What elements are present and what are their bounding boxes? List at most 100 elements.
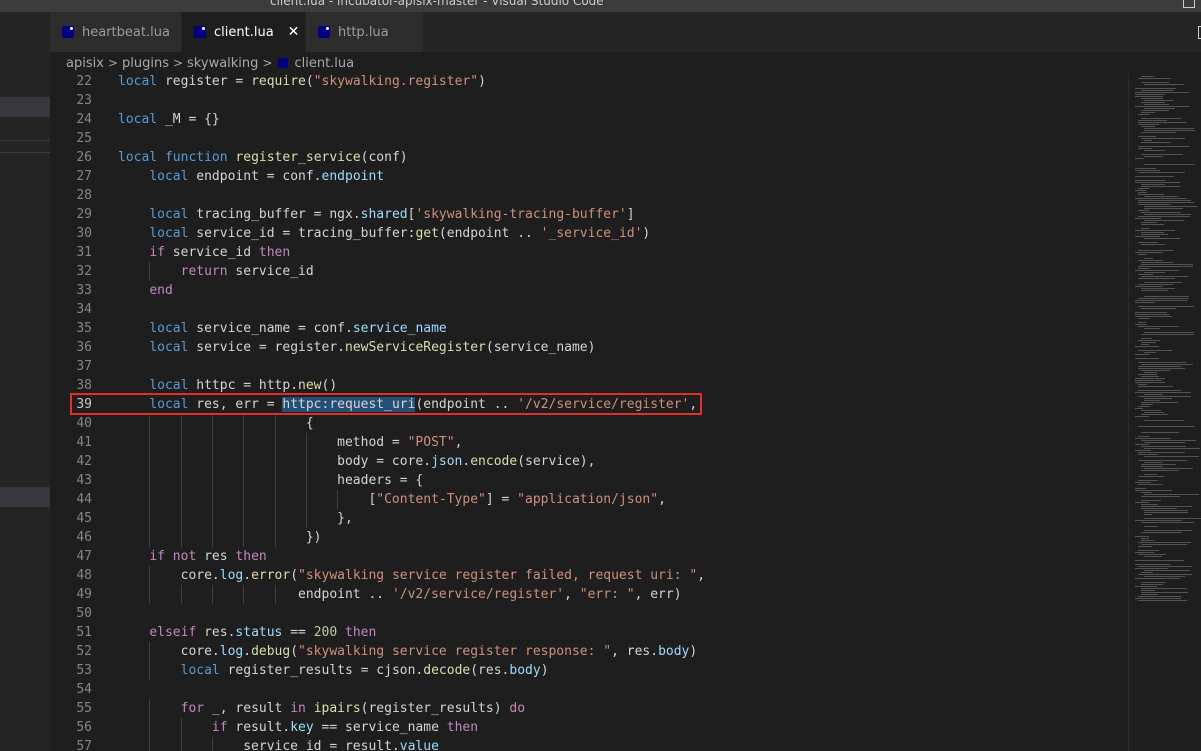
minimap-line [1141, 344, 1149, 345]
code-line[interactable]: 33 end [50, 281, 1128, 300]
code-line[interactable]: 50 [50, 604, 1128, 623]
minimap-line [1138, 200, 1191, 201]
minimap-line [1135, 230, 1175, 231]
code-line[interactable]: 22 local register = require("skywalking.r… [50, 74, 1128, 91]
minimap-line [1138, 436, 1150, 437]
indent-guide [180, 471, 182, 490]
minimap-line [1141, 466, 1163, 467]
tab-client-lua[interactable]: client.lua ✕ [182, 12, 306, 52]
minimap-line [1144, 100, 1174, 101]
tab-heartbeat-lua[interactable]: heartbeat.lua [50, 12, 182, 52]
code-line[interactable]: 52 core.log.debug("skywalking service re… [50, 642, 1128, 661]
code-line[interactable]: 34 [50, 300, 1128, 319]
line-number: 27 [76, 169, 92, 184]
code-line[interactable]: 37 [50, 357, 1128, 376]
minimap-line [1135, 218, 1161, 219]
minimap-line [1141, 98, 1163, 99]
code-line[interactable]: 25 [50, 129, 1128, 148]
line-number: 47 [76, 549, 92, 564]
code-line[interactable]: 29 local tracing_buffer = ngx.shared['sk… [50, 205, 1128, 224]
minimap-line [1144, 420, 1184, 421]
minimap-line [1135, 106, 1189, 107]
indent-guide [149, 262, 151, 281]
activity-item-highlight[interactable] [0, 97, 50, 117]
code-line[interactable]: 28 [50, 186, 1128, 205]
code-line[interactable]: 26 local function register_service(conf) [50, 148, 1128, 167]
minimap-line [1138, 202, 1194, 203]
minimap-line [1141, 138, 1185, 139]
line-number: 51 [76, 625, 92, 640]
minimap-line [1141, 440, 1196, 441]
breadcrumb-item[interactable]: client.lua [294, 56, 354, 71]
minimap-line [1135, 560, 1184, 561]
minimap-line [1138, 426, 1195, 427]
line-code: local endpoint = conf.endpoint [149, 169, 385, 184]
maximize-icon[interactable] [1183, 0, 1195, 8]
code-line[interactable]: 35 local service_name = conf.service_nam… [50, 319, 1128, 338]
code-line[interactable]: 48 core.log.error("skywalking service re… [50, 566, 1128, 585]
line-number: 31 [76, 245, 92, 260]
minimap-line [1141, 224, 1164, 225]
minimap-line [1141, 110, 1169, 111]
indent-guide [337, 490, 339, 509]
line-number: 32 [76, 264, 92, 279]
minimap[interactable] [1128, 74, 1201, 751]
minimap-line [1141, 376, 1159, 377]
indent-guide [243, 471, 245, 490]
code-line[interactable]: 27 local endpoint = conf.endpoint [50, 167, 1128, 186]
code-line[interactable]: 47 if not res then [50, 547, 1128, 566]
code-line[interactable]: 53 local register_results = cjson.decode… [50, 661, 1128, 680]
minimap-line [1144, 530, 1192, 531]
code-editor[interactable]: 22 local register = require("skywalking.r… [50, 74, 1128, 751]
code-line[interactable]: 36 local service = register.newServiceRe… [50, 338, 1128, 357]
minimap-line [1138, 368, 1185, 369]
minimap-line [1138, 192, 1147, 193]
minimap-line [1135, 252, 1163, 253]
activity-item-highlight[interactable] [0, 487, 50, 507]
indent-guide [211, 471, 213, 490]
indent-guide [180, 509, 182, 528]
code-line[interactable]: 56 if result.key == service_name then [50, 718, 1128, 737]
minimap-line [1141, 126, 1155, 127]
minimap-line [1141, 492, 1152, 493]
line-code: end [149, 283, 173, 298]
minimap-line [1141, 592, 1188, 593]
minimap-line [1138, 172, 1185, 173]
minimap-line [1141, 364, 1193, 365]
minimap-line [1138, 542, 1191, 543]
minimap-line [1144, 468, 1193, 469]
breadcrumb-item[interactable]: skywalking [187, 56, 258, 71]
tab-http-lua[interactable]: http.lua [306, 12, 424, 52]
minimap-line [1135, 88, 1176, 89]
minimap-line [1141, 464, 1176, 465]
minimap-line [1141, 538, 1149, 539]
minimap-line [1138, 124, 1159, 125]
minimap-line [1144, 332, 1194, 333]
minimap-line [1138, 384, 1147, 385]
minimap-line [1144, 108, 1175, 109]
breadcrumb-item[interactable]: apisix [66, 56, 104, 71]
code-line[interactable]: 32 return service_id [50, 262, 1128, 281]
line-number: 23 [76, 93, 92, 108]
code-line[interactable]: 31 if service_id then [50, 243, 1128, 262]
line-number: 24 [76, 112, 92, 127]
minimap-line [1144, 518, 1201, 519]
indent-guide [274, 452, 276, 471]
code-line[interactable]: 24 local _M = {} [50, 110, 1128, 129]
indent-guide [149, 699, 151, 718]
indent-guide [149, 490, 151, 509]
code-line[interactable]: 23 [50, 91, 1128, 110]
breadcrumb-item[interactable]: plugins [122, 56, 169, 71]
minimap-line [1138, 554, 1166, 555]
minimap-line [1144, 514, 1152, 515]
minimap-line [1141, 338, 1152, 339]
minimap-line [1141, 212, 1181, 213]
minimap-line [1144, 140, 1152, 141]
code-line[interactable]: 30 local service_id = tracing_buffer:get… [50, 224, 1128, 243]
code-line[interactable]: 55 for _, result in ipairs(register_resu… [50, 699, 1128, 718]
minimap-line [1135, 438, 1171, 439]
close-icon[interactable]: ✕ [288, 24, 300, 40]
code-line[interactable]: 54 [50, 680, 1128, 699]
code-line[interactable]: 51 elseif res.status == 200 then [50, 623, 1128, 642]
minimap-line [1138, 476, 1164, 477]
